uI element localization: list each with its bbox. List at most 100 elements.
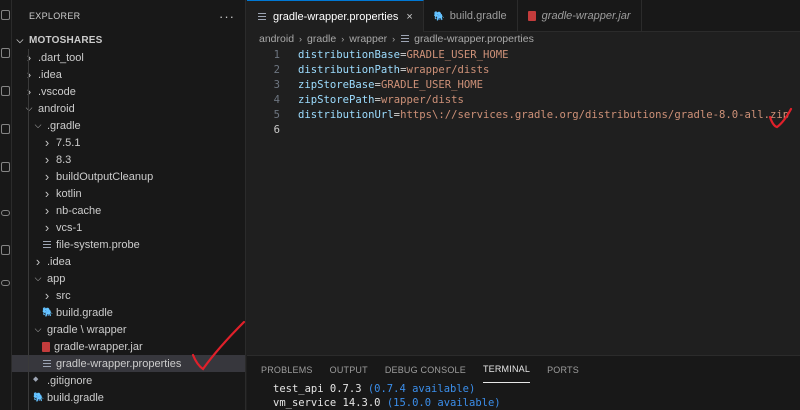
editor-tab[interactable]: 🐘 build.gradle bbox=[424, 0, 518, 32]
tree-item-label: gradle-wrapper.properties bbox=[56, 357, 182, 370]
tree-item-label: .dart_tool bbox=[38, 51, 84, 64]
more-actions-icon[interactable]: ··· bbox=[219, 9, 235, 24]
editor-tab[interactable]: gradle-wrapper.properties × bbox=[247, 0, 424, 32]
chevron-right-icon: › bbox=[26, 67, 32, 82]
tree-item-label: gradle \ wrapper bbox=[47, 323, 127, 336]
editor-tab[interactable]: gradle-wrapper.jar bbox=[518, 0, 642, 32]
package-version: 14.3.0 bbox=[342, 397, 381, 409]
properties-file-icon bbox=[42, 358, 52, 369]
breadcrumb-item[interactable]: gradle bbox=[307, 33, 336, 45]
tree-item[interactable]: ⌵ .gradle bbox=[12, 117, 245, 134]
tree-item[interactable]: › .idea bbox=[12, 253, 245, 270]
line-number: 6 bbox=[273, 123, 280, 136]
tree-item[interactable]: file-system.probe bbox=[12, 236, 245, 253]
chevron-right-icon: › bbox=[392, 33, 396, 44]
explorer-header: EXPLORER ··· bbox=[12, 0, 245, 32]
tree-item-label: build.gradle bbox=[47, 391, 104, 404]
tree-item[interactable]: 🐘 build.gradle bbox=[12, 304, 245, 321]
tree-item[interactable]: › kotlin bbox=[12, 185, 245, 202]
package-version: 0.7.3 bbox=[329, 383, 362, 395]
panel-tab[interactable]: TERMINAL bbox=[482, 356, 531, 383]
breadcrumb-item[interactable]: android bbox=[259, 33, 294, 45]
tree-item[interactable]: › .idea bbox=[12, 66, 245, 83]
chevron-right-icon: › bbox=[44, 152, 50, 167]
code-line: 2 distributionPath=wrapper/dists bbox=[247, 62, 800, 77]
tree-item-label: build.gradle bbox=[56, 306, 113, 319]
testing-icon[interactable] bbox=[1, 210, 10, 216]
tree-item[interactable]: ⌵ gradle \ wrapper bbox=[12, 321, 245, 338]
tree-item-label: vcs-1 bbox=[56, 221, 83, 234]
bottom-panel: PROBLEMS OUTPUT DEBUG CONSOLE TERMINAL PORTS… bbox=[247, 355, 800, 410]
chevron-right-icon: › bbox=[44, 203, 50, 218]
panel-tab[interactable]: PROBLEMS bbox=[261, 356, 313, 383]
tree-item[interactable]: › .dart_tool bbox=[12, 49, 245, 66]
panel-tab[interactable]: OUTPUT bbox=[330, 356, 368, 383]
tree-item-label: .gradle bbox=[47, 119, 81, 132]
tree-item-label: .gitignore bbox=[47, 374, 93, 387]
editor-tabs: gradle-wrapper.properties × 🐘 build.gradle g… bbox=[247, 0, 800, 32]
gradle-elephant-icon: 🐘 bbox=[42, 307, 54, 317]
tree-item[interactable]: › .vscode bbox=[12, 83, 245, 100]
chevron-right-icon: › bbox=[44, 135, 50, 150]
tree-item[interactable]: 🐘 build.gradle bbox=[12, 389, 245, 406]
code-text: zipStoreBase=GRADLE_USER_HOME bbox=[298, 79, 483, 91]
files-icon[interactable] bbox=[1, 10, 10, 20]
breadcrumb-item[interactable]: gradle-wrapper.properties bbox=[414, 33, 534, 45]
chevron-down-icon: ⌵ bbox=[24, 103, 34, 114]
editor-tab-label: gradle-wrapper.jar bbox=[541, 10, 631, 22]
chevron-right-icon: › bbox=[44, 288, 50, 303]
code-editor[interactable]: 1 distributionBase=GRADLE_USER_HOME 2 distr… bbox=[247, 47, 800, 137]
tree-item[interactable]: gradle-wrapper.jar bbox=[12, 338, 245, 355]
workspace-root[interactable]: ⌵ MOTOSHARES bbox=[12, 32, 245, 49]
tree-item-label: android bbox=[38, 102, 75, 115]
chevron-right-icon: › bbox=[299, 33, 303, 44]
line-number: 3 bbox=[273, 78, 280, 91]
tree-item-label: .idea bbox=[38, 68, 62, 81]
search-icon[interactable] bbox=[1, 48, 10, 58]
chevron-down-icon: ⌵ bbox=[34, 120, 42, 130]
source-control-icon[interactable] bbox=[1, 86, 10, 96]
tree-item[interactable]: › vcs-1 bbox=[12, 219, 245, 236]
panel-tabs: PROBLEMS OUTPUT DEBUG CONSOLE TERMINAL PORTS bbox=[247, 356, 800, 383]
editor-tab-label: build.gradle bbox=[449, 10, 507, 22]
tree-item[interactable]: ⌵ android bbox=[12, 100, 245, 117]
properties-file-icon bbox=[42, 239, 52, 250]
property-value: GRADLE_USER_HOME bbox=[380, 78, 483, 91]
terminal-output[interactable]: test_api 0.7.3 (0.7.4 available) vm_servi… bbox=[247, 383, 800, 410]
tree-item-label: kotlin bbox=[56, 187, 82, 200]
extensions-icon[interactable] bbox=[1, 162, 10, 172]
explorer-title: EXPLORER bbox=[29, 11, 81, 21]
chevron-down-icon: ⌵ bbox=[34, 273, 42, 283]
tree-item[interactable]: › 8.3 bbox=[12, 151, 245, 168]
run-debug-icon[interactable] bbox=[1, 124, 10, 134]
breadcrumb: android › gradle › wrapper › gradle-wrapper.pr… bbox=[247, 32, 800, 45]
remote-icon[interactable] bbox=[1, 245, 10, 255]
tree-item[interactable]: ⌵ app bbox=[12, 270, 245, 287]
tree-item[interactable]: › 7.5.1 bbox=[12, 134, 245, 151]
property-key: distributionUrl bbox=[298, 108, 394, 121]
accounts-icon[interactable] bbox=[1, 280, 10, 286]
property-key: zipStoreBase bbox=[298, 78, 375, 91]
property-value: wrapper/dists bbox=[380, 93, 464, 106]
chevron-right-icon: › bbox=[44, 186, 50, 201]
tree-item-label: .idea bbox=[47, 255, 71, 268]
chevron-down-icon: ⌵ bbox=[16, 35, 24, 45]
tree-item[interactable]: › src bbox=[12, 287, 245, 304]
breadcrumb-item[interactable]: wrapper bbox=[349, 33, 387, 45]
tree-item[interactable]: ◆ .gitignore bbox=[12, 372, 245, 389]
panel-tab[interactable]: DEBUG CONSOLE bbox=[385, 356, 466, 383]
workspace-root-label: MOTOSHARES bbox=[29, 35, 103, 46]
tree-item[interactable]: › nb-cache bbox=[12, 202, 245, 219]
line-number: 1 bbox=[273, 48, 280, 61]
tree-item[interactable]: gradle-wrapper.properties bbox=[12, 355, 245, 372]
property-value: https\://services.gradle.org/distributio… bbox=[400, 108, 790, 121]
tree-item-label: app bbox=[47, 272, 66, 285]
chevron-down-icon: ⌵ bbox=[34, 324, 42, 334]
tree-item[interactable]: › buildOutputCleanup bbox=[12, 168, 245, 185]
chevron-right-icon: › bbox=[35, 254, 41, 269]
tree-item-label: 8.3 bbox=[56, 153, 72, 166]
panel-tab[interactable]: PORTS bbox=[547, 356, 579, 383]
property-value: wrapper/dists bbox=[406, 63, 490, 76]
close-icon[interactable]: × bbox=[406, 11, 412, 23]
code-line: 4 zipStorePath=wrapper/dists bbox=[247, 92, 800, 107]
